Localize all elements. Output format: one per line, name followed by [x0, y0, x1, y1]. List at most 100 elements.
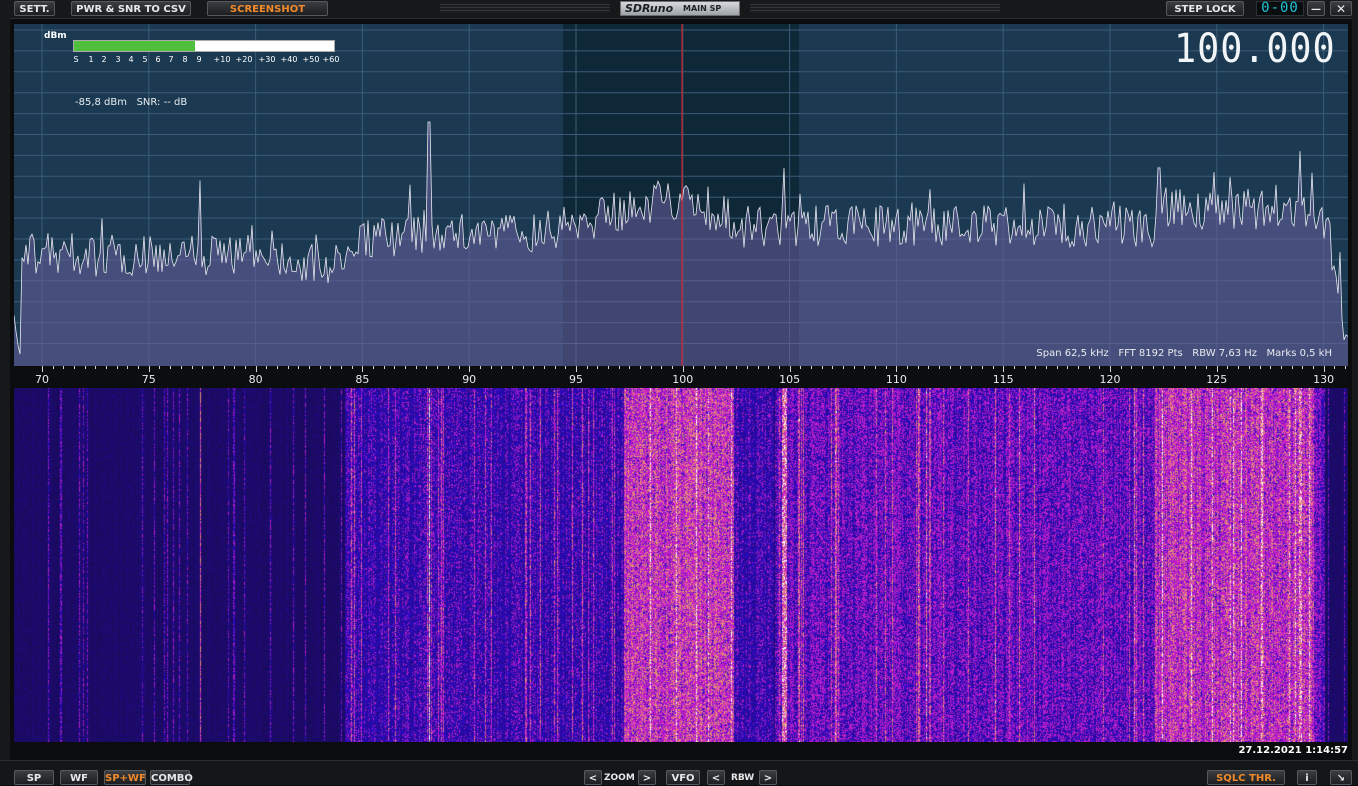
spectrum-plot[interactable]	[14, 24, 1348, 366]
x-tick-mark	[661, 366, 663, 369]
close-button[interactable]: ✕	[1330, 1, 1352, 16]
center-frequency-display[interactable]: 100.000	[1174, 26, 1336, 72]
x-tick-mark	[1312, 366, 1314, 369]
x-tick-mark	[640, 366, 642, 369]
level-readout: -85,8 dBm	[75, 97, 128, 108]
x-tick-mark	[576, 366, 577, 372]
x-tick-mark	[479, 366, 481, 369]
x-tick-mark	[650, 366, 652, 369]
x-tick-mark	[992, 366, 994, 369]
x-tick-mark	[1013, 366, 1015, 369]
x-tick-mark	[1024, 366, 1026, 369]
dbm-unit-label: dBm	[44, 31, 67, 41]
x-tick-mark	[373, 366, 375, 369]
rbw-decrease-button[interactable]: <	[707, 770, 725, 785]
x-tick-mark	[1110, 366, 1111, 372]
x-tick-mark	[415, 366, 417, 369]
x-tick-mark	[1056, 366, 1058, 369]
s-meter-label: +60	[322, 55, 340, 64]
x-tick-mark	[1142, 366, 1144, 369]
x-tick-mark	[1035, 366, 1037, 369]
x-tick-mark	[330, 366, 332, 369]
fft-info: FFT 8192 Pts	[1118, 348, 1183, 359]
screenshot-button[interactable]: SCREENSHOT	[207, 1, 328, 16]
x-tick-mark	[672, 366, 674, 369]
x-tick-mark	[1280, 366, 1282, 369]
x-tick-mark	[885, 366, 887, 369]
x-tick-mark	[821, 366, 823, 369]
step-lock-button[interactable]: STEP LOCK	[1166, 1, 1244, 16]
wf-mode-button[interactable]: WF	[60, 770, 98, 785]
signal-readout: -85,8 dBm SNR: -- dB	[75, 97, 187, 108]
x-tick-mark	[1088, 366, 1090, 369]
s-meter-label: 9	[196, 55, 202, 64]
waterfall-canvas[interactable]	[14, 388, 1348, 742]
x-tick-mark	[832, 366, 834, 369]
zoom-label: ZOOM	[604, 773, 635, 783]
combo-mode-button[interactable]: COMBO	[150, 770, 193, 785]
x-tick-mark	[1067, 366, 1069, 369]
s-meter-label: +20	[235, 55, 253, 64]
x-tick-mark	[1195, 366, 1197, 369]
x-tick-mark	[971, 366, 973, 369]
x-tick-mark	[426, 366, 428, 369]
sp-wf-mode-button[interactable]: SP+WF	[104, 770, 146, 785]
x-tick-mark	[309, 366, 310, 369]
x-tick-mark	[405, 366, 407, 369]
s-meter-label: 7	[168, 55, 174, 64]
x-tick-mark	[63, 366, 65, 369]
drag-grip-right[interactable]	[750, 4, 1000, 13]
x-tick-mark	[341, 366, 343, 369]
rbw-increase-button[interactable]: >	[759, 770, 777, 785]
x-tick-mark	[244, 366, 246, 369]
x-tick-mark	[319, 366, 321, 369]
x-tick-mark	[608, 366, 610, 369]
marks-info: Marks 0,5 kH	[1266, 348, 1332, 359]
x-tick-mark	[437, 366, 439, 369]
x-tick-label: 120	[1099, 373, 1121, 386]
x-tick-mark	[586, 366, 588, 369]
x-tick-mark	[84, 366, 86, 369]
x-tick-mark	[522, 366, 524, 369]
x-tick-mark	[1163, 366, 1165, 369]
x-tick-mark	[939, 366, 941, 369]
x-tick-mark	[565, 366, 567, 369]
x-tick-mark	[458, 366, 460, 369]
x-tick-mark	[1131, 366, 1133, 369]
s-meter-scale: S 1 2 3 4 5 6 7 8 9 +10 +20 +30 +40 +50 +60	[73, 55, 343, 67]
x-tick-mark	[170, 366, 172, 369]
x-tick-mark	[1291, 366, 1293, 369]
sqlc-threshold-button[interactable]: SQLC THR.	[1207, 770, 1285, 785]
x-tick-mark	[106, 366, 108, 369]
x-tick-label: 130	[1313, 373, 1335, 386]
sp-mode-button[interactable]: SP	[14, 770, 54, 785]
vfo-button[interactable]: VFO	[666, 770, 700, 785]
x-tick-mark	[351, 366, 353, 369]
step-frequency-display[interactable]: 0-00	[1256, 1, 1304, 16]
x-tick-mark	[693, 366, 695, 369]
zoom-out-button[interactable]: <	[584, 770, 602, 785]
pwr-snr-csv-button[interactable]: PWR & SNR TO CSV	[71, 1, 191, 16]
x-tick-mark	[490, 366, 492, 369]
s-meter-label: 4	[128, 55, 134, 64]
waterfall-display[interactable]	[14, 388, 1348, 742]
spectrum-display[interactable]	[14, 24, 1348, 366]
x-axis[interactable]: 70 75 80 85 90 95 100 105 110 115 120 125 130	[14, 366, 1348, 388]
minimize-button[interactable]: —	[1307, 1, 1325, 16]
s-meter-label: 1	[88, 55, 94, 64]
resize-handle-icon[interactable]: ↘	[1330, 770, 1352, 785]
x-tick-mark	[298, 366, 300, 369]
zoom-in-button[interactable]: >	[638, 770, 656, 785]
x-tick-mark	[501, 366, 503, 369]
x-tick-mark	[74, 366, 76, 369]
settings-button[interactable]: SETT.	[14, 1, 55, 16]
x-tick-mark	[1174, 366, 1176, 369]
x-tick-mark	[714, 366, 716, 369]
drag-grip-left[interactable]	[440, 4, 610, 13]
top-toolbar: SETT. PWR & SNR TO CSV SCREENSHOT SDRuno…	[0, 0, 1358, 19]
x-tick-mark	[1003, 366, 1005, 372]
x-tick-mark	[853, 366, 855, 369]
x-tick-mark	[52, 366, 54, 369]
s-meter-label: 6	[155, 55, 161, 64]
info-button[interactable]: i	[1297, 770, 1317, 785]
